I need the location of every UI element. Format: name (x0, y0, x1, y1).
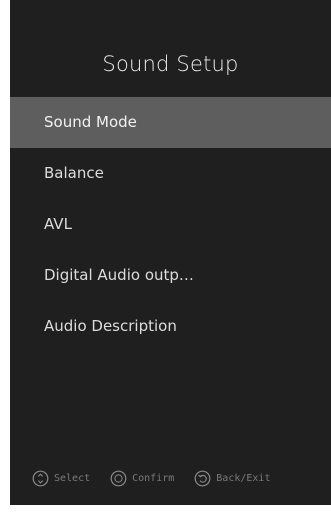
hint-back-exit: Back/Exit (194, 470, 270, 487)
sound-setup-screen: Sound Setup Sound Mode Balance AVL Digit… (10, 0, 331, 505)
menu-item-balance[interactable]: Balance (10, 148, 331, 199)
hint-confirm-label: Confirm (132, 472, 175, 484)
sound-setup-menu: Sound Mode Balance AVL Digital Audio out… (10, 97, 331, 352)
key-hints-bar: Select Confirm Back/Exit (32, 467, 331, 489)
ok-button-icon (110, 470, 127, 486)
page-title: Sound Setup (102, 52, 239, 76)
hint-select-label: Select (54, 472, 91, 484)
menu-item-sound-mode[interactable]: Sound Mode (10, 97, 331, 148)
menu-item-digital-audio-output[interactable]: Digital Audio outp… (10, 250, 331, 301)
back-arrow-icon (194, 470, 211, 486)
up-down-nav-icon (32, 470, 49, 486)
menu-item-avl[interactable]: AVL (10, 199, 331, 250)
hint-confirm: Confirm (110, 470, 174, 487)
hint-select: Select (32, 470, 90, 487)
hint-back-label: Back/Exit (216, 472, 271, 484)
menu-item-audio-description[interactable]: Audio Description (10, 301, 331, 352)
